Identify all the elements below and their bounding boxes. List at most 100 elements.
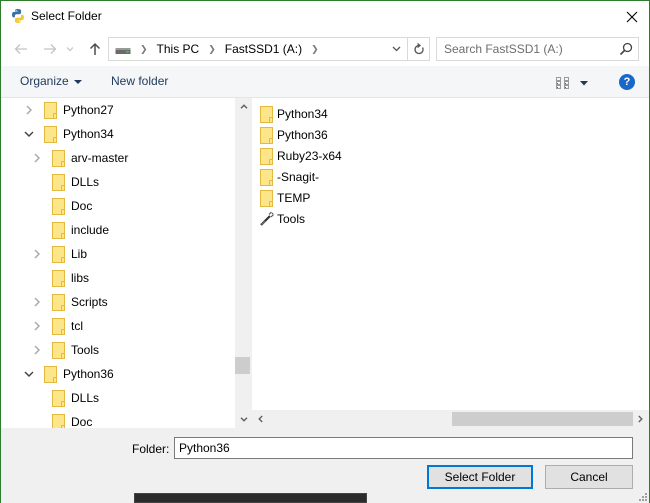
scroll-left-button[interactable] xyxy=(252,410,269,427)
caret-down-icon xyxy=(580,80,588,85)
breadcrumb-separator-icon[interactable]: ❯ xyxy=(311,44,319,55)
cancel-button[interactable]: Cancel xyxy=(545,465,633,489)
chevron-down-icon xyxy=(66,47,74,52)
tree-item[interactable]: Doc xyxy=(1,410,235,428)
folder-icon xyxy=(44,102,57,119)
list-item[interactable]: Python36 xyxy=(259,125,419,145)
scroll-thumb[interactable] xyxy=(235,357,250,374)
folder-icon xyxy=(52,270,65,287)
list-item[interactable]: -Snagit- xyxy=(259,167,419,187)
folder-icon xyxy=(52,174,65,191)
folder-icon xyxy=(52,246,65,263)
caret-down-icon xyxy=(73,79,82,84)
tree-item[interactable]: arv-master xyxy=(1,146,235,170)
scroll-up-button[interactable] xyxy=(235,98,252,115)
new-folder-button[interactable]: New folder xyxy=(111,74,168,88)
address-bar[interactable]: ❯ This PC ❯ FastSSD1 (A:) ❯ xyxy=(108,37,430,61)
change-view-button[interactable] xyxy=(555,75,595,91)
tree-vertical-scrollbar[interactable] xyxy=(235,98,252,428)
folder-icon xyxy=(260,190,273,207)
refresh-button[interactable] xyxy=(407,38,429,60)
tree-item[interactable]: Tools xyxy=(1,338,235,362)
search-box[interactable] xyxy=(436,37,639,61)
list-item[interactable]: Tools xyxy=(259,209,419,229)
tree-item[interactable]: include xyxy=(1,218,235,242)
folder-field-label: Folder: xyxy=(132,442,170,456)
tree-item[interactable]: Python27 xyxy=(1,98,235,122)
scroll-thumb[interactable] xyxy=(452,412,633,426)
list-item-label: Python36 xyxy=(277,128,328,142)
folder-icon xyxy=(52,150,65,167)
chevron-down-icon[interactable] xyxy=(24,129,34,139)
tree-item[interactable]: DLLs xyxy=(1,170,235,194)
footer-panel: Folder: Select Folder Cancel xyxy=(1,428,649,503)
search-icon[interactable] xyxy=(619,42,633,56)
tools-icon xyxy=(260,211,274,228)
close-button[interactable] xyxy=(615,1,649,32)
arrow-right-icon xyxy=(44,44,57,54)
folder-icon xyxy=(44,126,57,143)
search-input[interactable] xyxy=(437,38,612,60)
chevron-right-icon xyxy=(638,415,643,422)
tree-item[interactable]: Python36 xyxy=(1,362,235,386)
organize-menu-button[interactable]: Organize xyxy=(20,74,82,88)
back-button[interactable] xyxy=(11,39,31,59)
folder-icon xyxy=(52,414,65,428)
organize-label: Organize xyxy=(20,74,69,88)
list-horizontal-scrollbar[interactable] xyxy=(252,410,649,428)
list-item[interactable]: Python34 xyxy=(259,104,419,124)
title-bar: Select Folder xyxy=(1,1,649,32)
tree-item[interactable]: Python34 xyxy=(1,122,235,146)
folder-name-input[interactable] xyxy=(174,437,633,459)
tree-item-label: include xyxy=(71,223,110,237)
list-item[interactable]: TEMP xyxy=(259,188,419,208)
forward-button[interactable] xyxy=(40,39,60,59)
tree-item[interactable]: Scripts xyxy=(1,290,235,314)
chevron-right-icon[interactable] xyxy=(24,105,34,115)
file-list: Python34 Python36 Ruby23-x64 -Snagit- TEMP To… xyxy=(252,98,649,410)
tree-item-label: Doc xyxy=(71,199,93,213)
tree-item-label: arv-master xyxy=(71,151,129,165)
tree-item[interactable]: libs xyxy=(1,266,235,290)
chevron-up-icon xyxy=(240,104,247,109)
tree-item[interactable]: tcl xyxy=(1,314,235,338)
scroll-down-button[interactable] xyxy=(235,411,252,428)
tree-item-label: Tools xyxy=(71,343,100,357)
breadcrumb-this-pc[interactable]: This PC xyxy=(157,42,200,56)
drive-icon xyxy=(115,48,131,54)
chevron-down-icon[interactable] xyxy=(24,369,34,379)
list-item-label: TEMP xyxy=(277,191,311,205)
help-button[interactable]: ? xyxy=(619,74,635,90)
breadcrumb-fastssd1[interactable]: FastSSD1 (A:) xyxy=(225,42,302,56)
breadcrumb-separator-icon: ❯ xyxy=(140,43,148,54)
window-title: Select Folder xyxy=(31,9,102,23)
address-history-dropdown[interactable] xyxy=(387,38,405,60)
tree-item[interactable]: Lib xyxy=(1,242,235,266)
chevron-right-icon[interactable] xyxy=(32,249,42,259)
tree-item-label: libs xyxy=(71,271,90,285)
resize-grip-icon[interactable] xyxy=(639,493,647,501)
recent-locations-button[interactable] xyxy=(63,39,77,59)
command-bar: Organize New folder ? xyxy=(1,66,649,98)
folder-icon xyxy=(260,127,273,144)
chevron-right-icon[interactable] xyxy=(32,153,42,163)
tree-item[interactable]: Doc xyxy=(1,194,235,218)
scroll-right-button[interactable] xyxy=(632,410,649,427)
chevron-right-icon[interactable] xyxy=(32,321,42,331)
up-button[interactable] xyxy=(85,39,105,59)
tree-item[interactable]: DLLs xyxy=(1,386,235,410)
folder-icon xyxy=(52,318,65,335)
chevron-right-icon[interactable] xyxy=(32,345,42,355)
select-folder-dialog: Select Folder ❯ This PC ❯ FastSSD1 (A:) … xyxy=(0,0,650,503)
select-folder-button[interactable]: Select Folder xyxy=(427,465,533,489)
tree-item-label: DLLs xyxy=(71,391,100,405)
breadcrumb-separator-icon[interactable]: ❯ xyxy=(208,44,216,55)
chevron-right-icon[interactable] xyxy=(32,297,42,307)
view-options-icon xyxy=(556,77,569,89)
list-item-label: -Snagit- xyxy=(277,170,320,184)
close-icon xyxy=(626,11,638,22)
tree-item-label: Python27 xyxy=(63,103,114,117)
folder-icon xyxy=(52,222,65,239)
list-item-label: Ruby23-x64 xyxy=(277,149,342,163)
list-item[interactable]: Ruby23-x64 xyxy=(259,146,419,166)
